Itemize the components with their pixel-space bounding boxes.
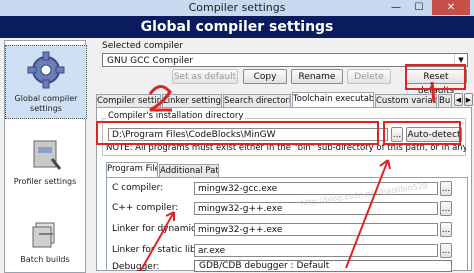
annotation-arrow-two [139, 211, 175, 271]
annotation-digit-one [430, 81, 436, 103]
annotation-overlay [139, 81, 436, 271]
annotation-arrow-one [345, 159, 389, 269]
annotation-digit-two [148, 85, 172, 112]
